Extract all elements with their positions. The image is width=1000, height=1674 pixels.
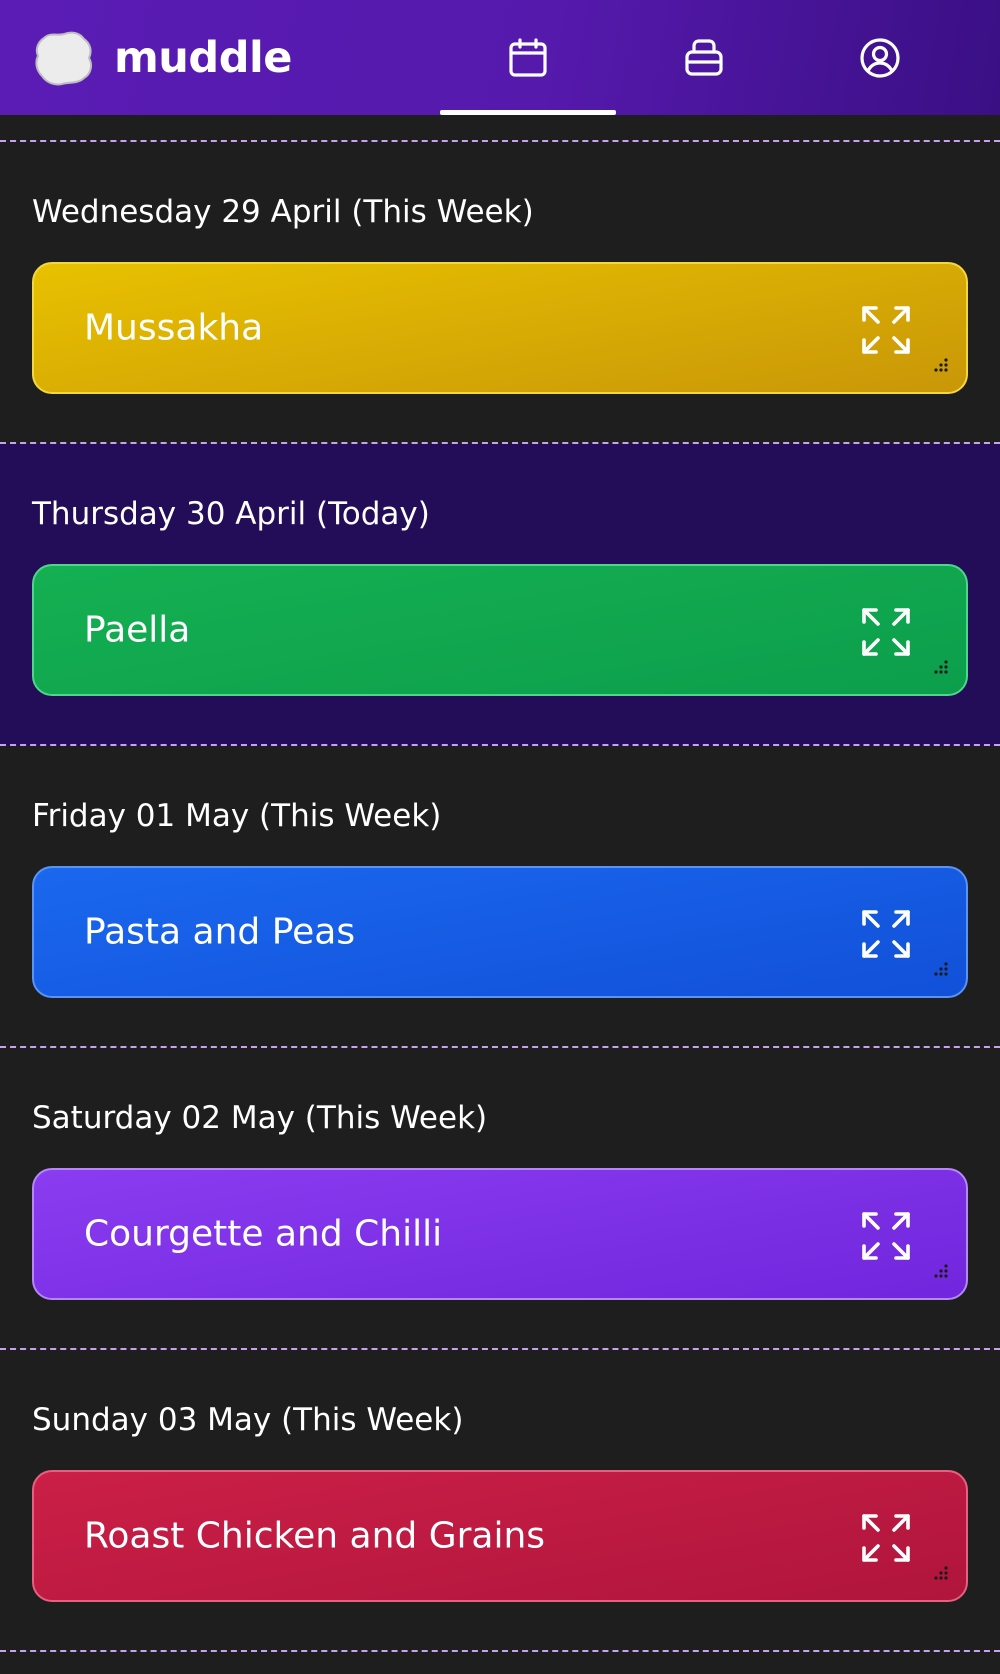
meal-plan-list: Wednesday 29 April (This Week) Mussakha … [0,142,1000,1652]
day-label: Saturday 02 May (This Week) [32,1100,488,1136]
meal-name: Mussakha [84,307,264,349]
tab-pantry[interactable] [616,0,792,115]
meal-card[interactable]: Mussakha [32,262,968,394]
drag-handle-icon[interactable] [930,356,950,376]
drag-handle-icon[interactable] [930,960,950,980]
meal-name: Pasta and Peas [84,911,356,953]
day-label: Thursday 30 April (Today) [32,496,430,532]
drag-handle-icon[interactable] [930,1262,950,1282]
meal-name: Roast Chicken and Grains [84,1515,546,1557]
meal-card[interactable]: Pasta and Peas [32,866,968,998]
meal-card[interactable]: Courgette and Chilli [32,1168,968,1300]
day-section: Saturday 02 May (This Week) Courgette an… [0,1048,1000,1350]
app-header: muddle [0,0,1000,115]
expand-icon[interactable] [860,304,912,356]
tab-calendar[interactable] [440,0,616,115]
day-section: Friday 01 May (This Week) Pasta and Peas [0,746,1000,1048]
drag-handle-icon[interactable] [930,1564,950,1584]
expand-icon[interactable] [860,1210,912,1262]
expand-icon[interactable] [860,1512,912,1564]
day-label: Sunday 03 May (This Week) [32,1402,464,1438]
muddle-logo-icon [35,31,93,85]
user-account-icon [860,37,900,78]
meal-card[interactable]: Roast Chicken and Grains [32,1470,968,1602]
brand[interactable]: muddle [34,0,292,115]
day-section: Sunday 03 May (This Week) Roast Chicken … [0,1350,1000,1652]
day-section: Thursday 30 April (Today) Paella [0,444,1000,746]
pantry-container-icon [685,38,723,76]
day-label: Friday 01 May (This Week) [32,798,442,834]
meal-name: Paella [84,609,191,651]
day-section: Wednesday 29 April (This Week) Mussakha [0,142,1000,444]
meal-name: Courgette and Chilli [84,1213,443,1255]
drag-handle-icon[interactable] [930,658,950,678]
expand-icon[interactable] [860,606,912,658]
calendar-icon [509,37,547,77]
meal-card[interactable]: Paella [32,564,968,696]
divider [0,115,1000,142]
tab-account[interactable] [792,0,968,115]
app-name: muddle [114,32,292,83]
expand-icon[interactable] [860,908,912,960]
day-label: Wednesday 29 April (This Week) [32,194,534,230]
